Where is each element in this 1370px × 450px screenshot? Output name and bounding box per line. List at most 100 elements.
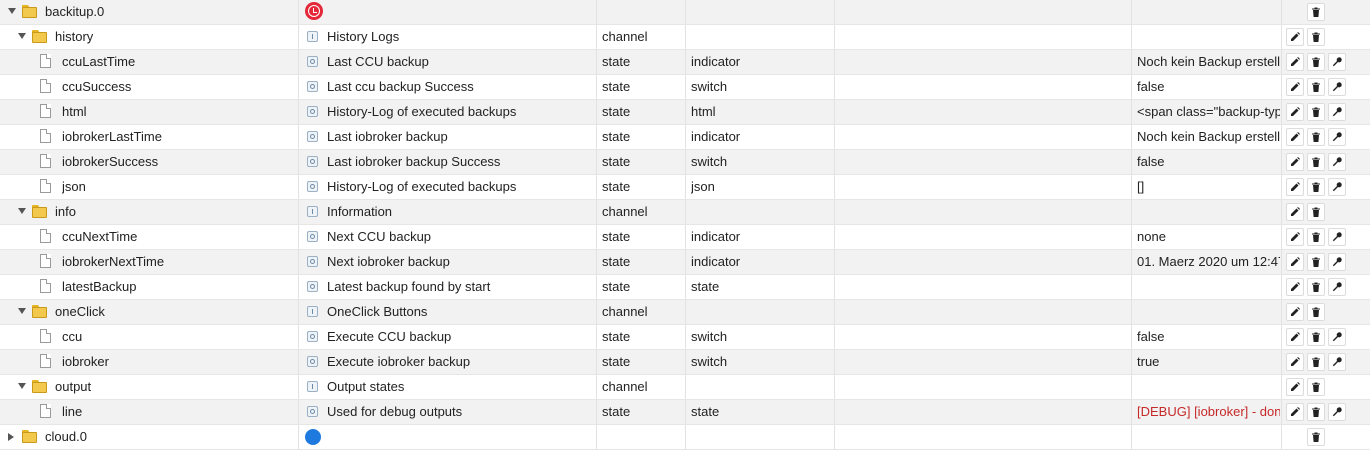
wrench-button[interactable] bbox=[1328, 253, 1346, 271]
state-value[interactable]: <span class="backup-type bbox=[1137, 100, 1280, 124]
channel-row[interactable]: history History Logs channel bbox=[0, 25, 1370, 50]
channel-row[interactable]: oneClick OneClick Buttons channel bbox=[0, 300, 1370, 325]
state-value[interactable] bbox=[1137, 25, 1280, 49]
wrench-button[interactable] bbox=[1328, 53, 1346, 71]
channel-row[interactable]: output Output states channel bbox=[0, 375, 1370, 400]
pencil-button[interactable] bbox=[1286, 103, 1304, 121]
state-value[interactable]: false bbox=[1137, 75, 1280, 99]
state-value[interactable]: [] bbox=[1137, 175, 1280, 199]
channel-row[interactable]: info Information channel bbox=[0, 200, 1370, 225]
trash-button[interactable] bbox=[1307, 153, 1325, 171]
pencil-button[interactable] bbox=[1286, 253, 1304, 271]
wrench-button[interactable] bbox=[1328, 403, 1346, 421]
state-row[interactable]: latestBackup Latest backup found by start… bbox=[0, 275, 1370, 300]
trash-button[interactable] bbox=[1307, 403, 1325, 421]
state-value[interactable]: true bbox=[1137, 350, 1280, 374]
trash-button[interactable] bbox=[1307, 253, 1325, 271]
trash-button[interactable] bbox=[1307, 328, 1325, 346]
pencil-button[interactable] bbox=[1286, 203, 1304, 221]
state-value[interactable] bbox=[1137, 0, 1280, 24]
trash-button[interactable] bbox=[1307, 78, 1325, 96]
wrench-button[interactable] bbox=[1328, 178, 1346, 196]
object-id[interactable]: iobrokerLastTime bbox=[62, 125, 162, 149]
object-id[interactable]: ccu bbox=[62, 325, 82, 349]
state-value[interactable]: 01. Maerz 2020 um 12:47 bbox=[1137, 250, 1280, 274]
state-value[interactable] bbox=[1137, 375, 1280, 399]
trash-button[interactable] bbox=[1307, 378, 1325, 396]
wrench-button[interactable] bbox=[1328, 328, 1346, 346]
object-id[interactable]: iobrokerNextTime bbox=[62, 250, 164, 274]
wrench-button[interactable] bbox=[1328, 78, 1346, 96]
pencil-button[interactable] bbox=[1286, 378, 1304, 396]
state-value[interactable] bbox=[1137, 275, 1280, 299]
pencil-button[interactable] bbox=[1286, 278, 1304, 296]
object-id[interactable]: backitup.0 bbox=[45, 0, 104, 24]
state-row[interactable]: ccuLastTime Last CCU backup state indicator… bbox=[0, 50, 1370, 75]
state-row[interactable]: html History-Log of executed backups state… bbox=[0, 100, 1370, 125]
collapse-toggle-icon[interactable] bbox=[18, 33, 26, 39]
object-id[interactable]: output bbox=[55, 375, 91, 399]
pencil-button[interactable] bbox=[1286, 78, 1304, 96]
trash-button[interactable] bbox=[1307, 3, 1325, 21]
state-row[interactable]: iobrokerSuccess Last iobroker backup Succ… bbox=[0, 150, 1370, 175]
state-value[interactable]: false bbox=[1137, 150, 1280, 174]
pencil-button[interactable] bbox=[1286, 403, 1304, 421]
object-id[interactable]: html bbox=[62, 100, 87, 124]
state-row[interactable]: json History-Log of executed backups state… bbox=[0, 175, 1370, 200]
collapse-toggle-icon[interactable] bbox=[8, 8, 16, 14]
trash-button[interactable] bbox=[1307, 278, 1325, 296]
object-id[interactable]: ccuNextTime bbox=[62, 225, 137, 249]
pencil-button[interactable] bbox=[1286, 228, 1304, 246]
object-id[interactable]: cloud.0 bbox=[45, 425, 87, 449]
state-value[interactable] bbox=[1137, 300, 1280, 324]
trash-button[interactable] bbox=[1307, 303, 1325, 321]
trash-button[interactable] bbox=[1307, 353, 1325, 371]
state-value[interactable]: Noch kein Backup erstellt bbox=[1137, 50, 1280, 74]
object-id[interactable]: iobrokerSuccess bbox=[62, 150, 158, 174]
trash-button[interactable] bbox=[1307, 203, 1325, 221]
wrench-button[interactable] bbox=[1328, 103, 1346, 121]
wrench-button[interactable] bbox=[1328, 128, 1346, 146]
collapse-toggle-icon[interactable] bbox=[18, 308, 26, 314]
state-value[interactable]: false bbox=[1137, 325, 1280, 349]
object-id[interactable]: oneClick bbox=[55, 300, 105, 324]
wrench-button[interactable] bbox=[1328, 278, 1346, 296]
adapter-row[interactable]: backitup.0 bbox=[0, 0, 1370, 25]
pencil-button[interactable] bbox=[1286, 53, 1304, 71]
pencil-button[interactable] bbox=[1286, 28, 1304, 46]
state-row[interactable]: ccuSuccess Last ccu backup Success state sw… bbox=[0, 75, 1370, 100]
pencil-button[interactable] bbox=[1286, 303, 1304, 321]
state-row[interactable]: ccu Execute CCU backup state switch false bbox=[0, 325, 1370, 350]
state-row[interactable]: iobroker Execute iobroker backup state swit… bbox=[0, 350, 1370, 375]
object-id[interactable]: ccuLastTime bbox=[62, 50, 135, 74]
collapse-toggle-icon[interactable] bbox=[18, 383, 26, 389]
object-id[interactable]: json bbox=[62, 175, 86, 199]
trash-button[interactable] bbox=[1307, 178, 1325, 196]
expand-toggle-icon[interactable] bbox=[8, 433, 14, 441]
trash-button[interactable] bbox=[1307, 428, 1325, 446]
trash-button[interactable] bbox=[1307, 28, 1325, 46]
object-id[interactable]: latestBackup bbox=[62, 275, 136, 299]
state-row[interactable]: iobrokerLastTime Last iobroker backup stat… bbox=[0, 125, 1370, 150]
object-id[interactable]: info bbox=[55, 200, 76, 224]
trash-button[interactable] bbox=[1307, 53, 1325, 71]
pencil-button[interactable] bbox=[1286, 153, 1304, 171]
state-row[interactable]: line Used for debug outputs state state [DEB… bbox=[0, 400, 1370, 425]
pencil-button[interactable] bbox=[1286, 353, 1304, 371]
object-id[interactable]: iobroker bbox=[62, 350, 109, 374]
object-id[interactable]: ccuSuccess bbox=[62, 75, 131, 99]
state-value[interactable]: Noch kein Backup erstellt bbox=[1137, 125, 1280, 149]
trash-button[interactable] bbox=[1307, 228, 1325, 246]
state-value[interactable]: [DEBUG] [iobroker] - done bbox=[1137, 400, 1280, 424]
wrench-button[interactable] bbox=[1328, 153, 1346, 171]
state-row[interactable]: ccuNextTime Next CCU backup state indicator… bbox=[0, 225, 1370, 250]
wrench-button[interactable] bbox=[1328, 228, 1346, 246]
state-value[interactable] bbox=[1137, 200, 1280, 224]
adapter-row[interactable]: cloud.0 bbox=[0, 425, 1370, 450]
wrench-button[interactable] bbox=[1328, 353, 1346, 371]
trash-button[interactable] bbox=[1307, 103, 1325, 121]
state-value[interactable]: none bbox=[1137, 225, 1280, 249]
object-id[interactable]: line bbox=[62, 400, 82, 424]
pencil-button[interactable] bbox=[1286, 128, 1304, 146]
trash-button[interactable] bbox=[1307, 128, 1325, 146]
